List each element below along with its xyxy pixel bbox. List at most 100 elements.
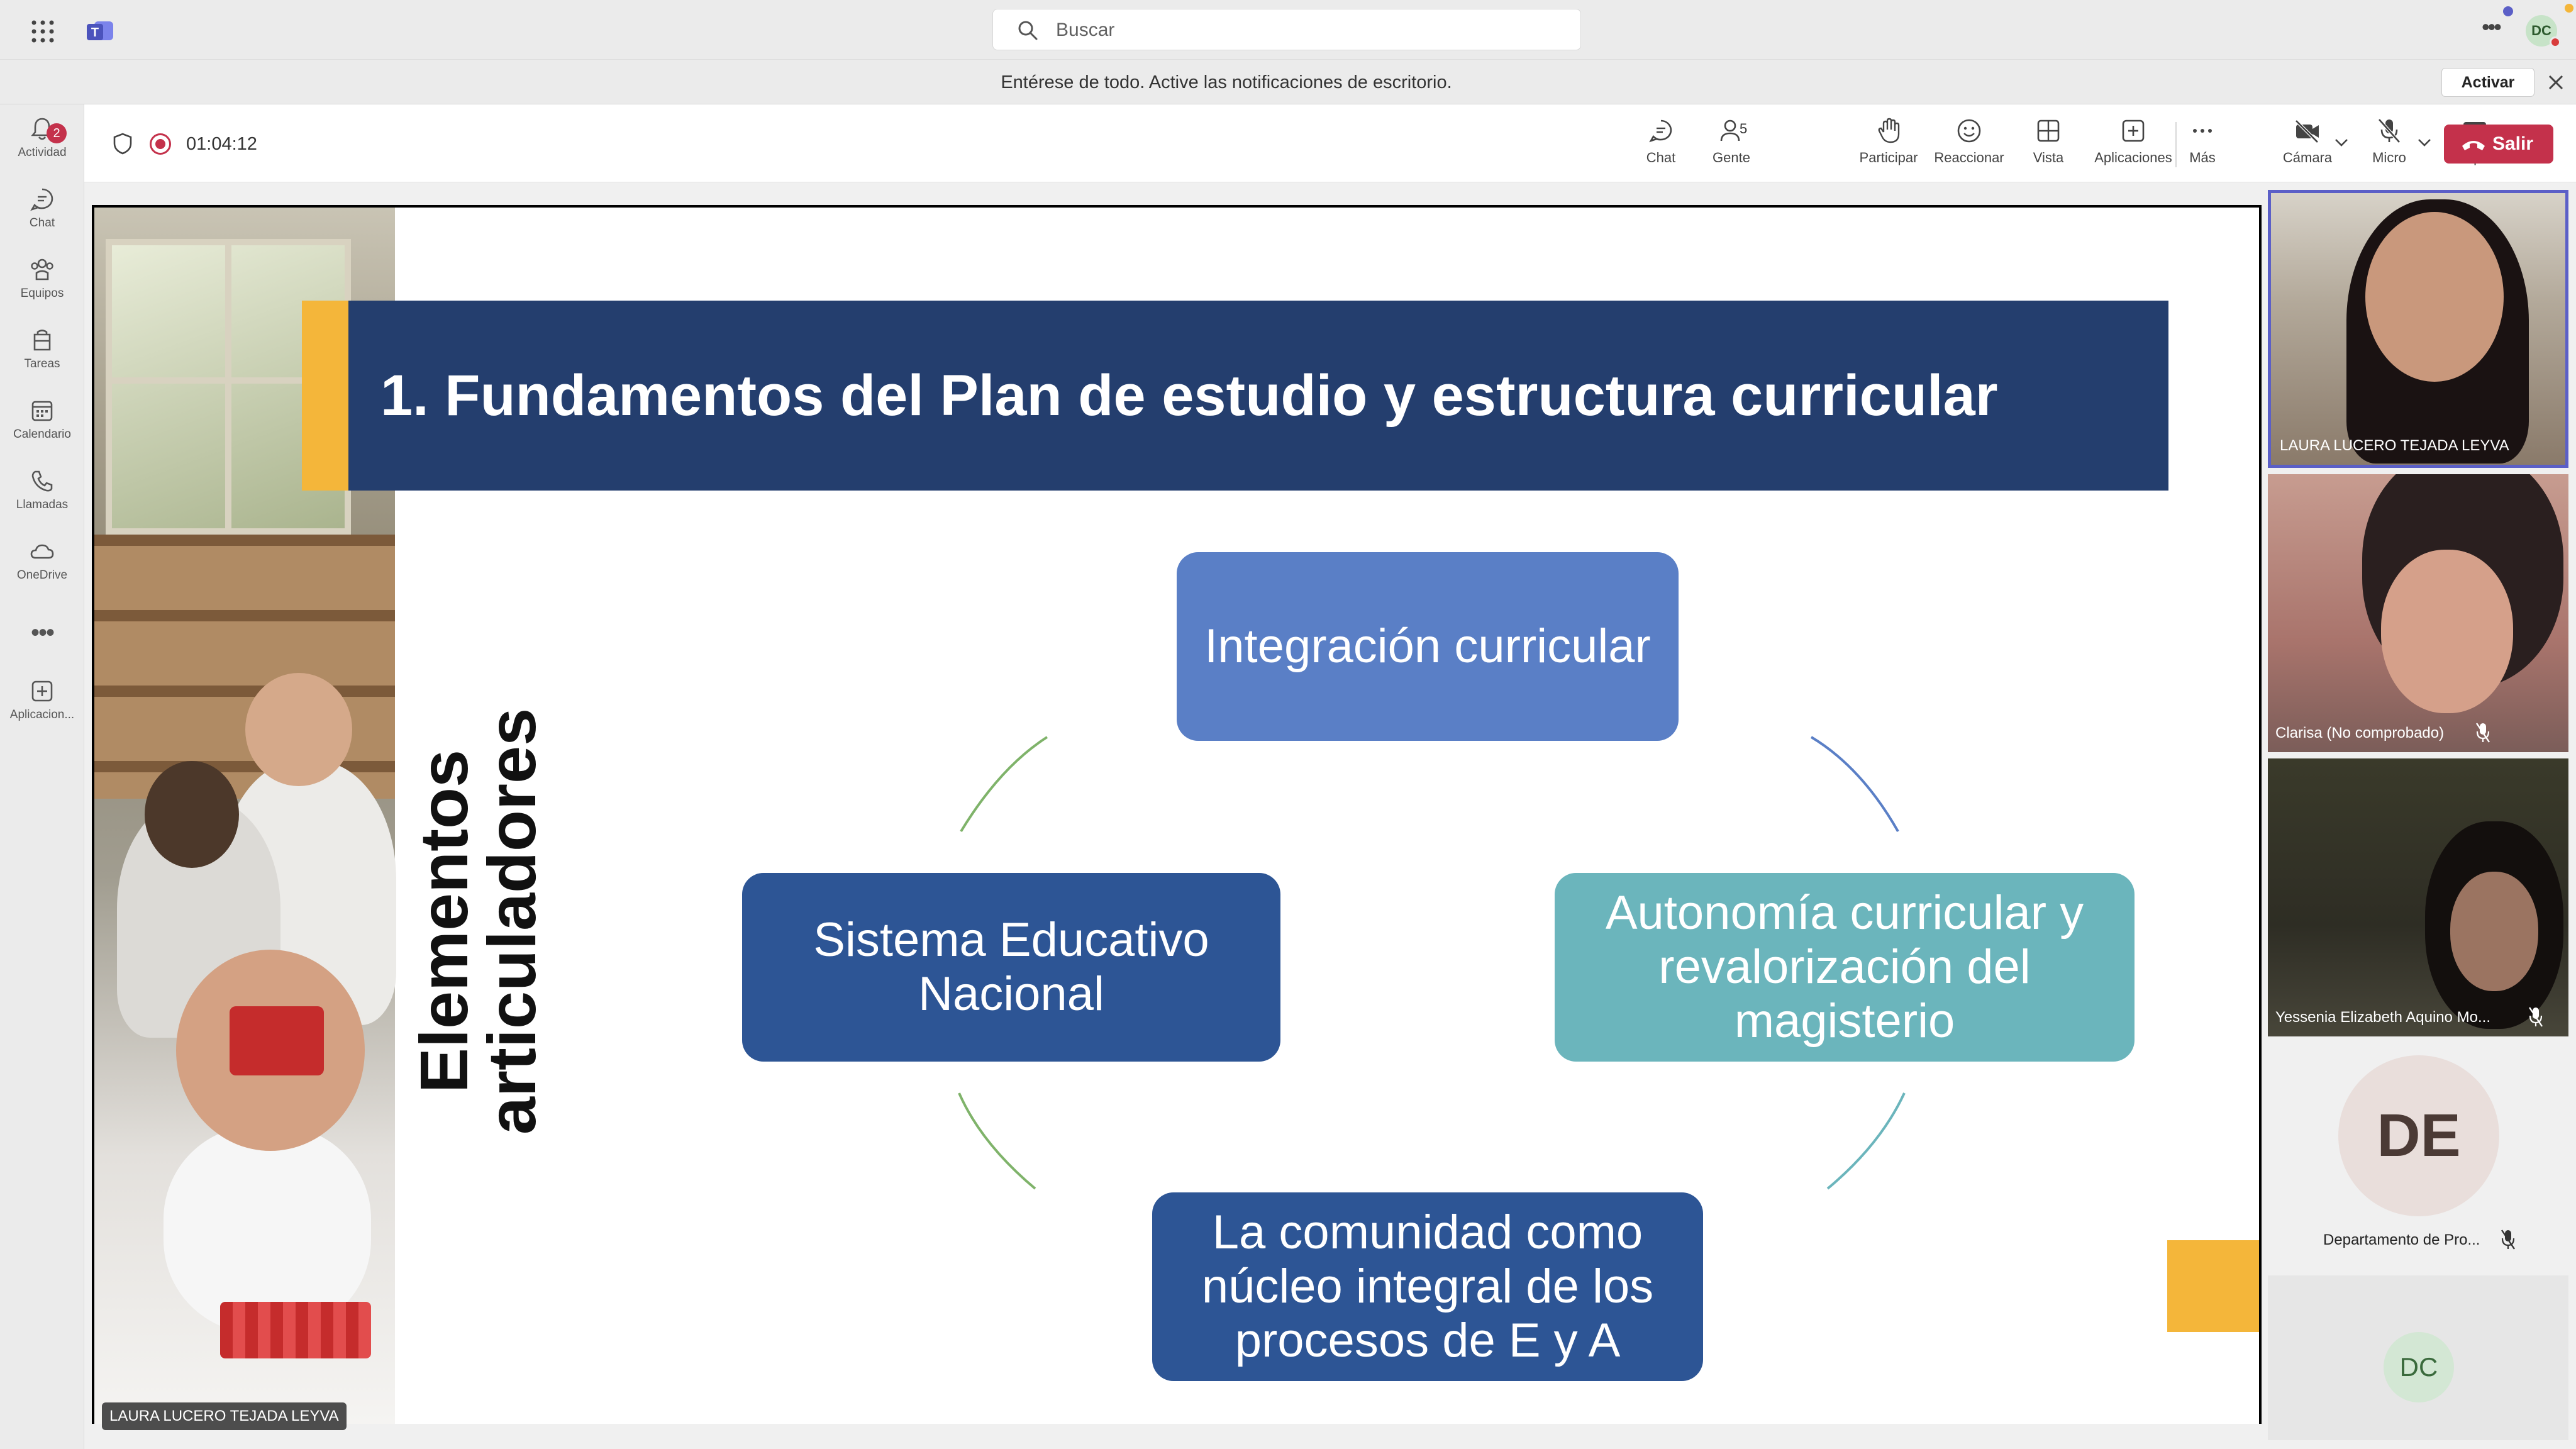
phone-icon <box>31 470 53 492</box>
tasks-icon <box>33 330 51 351</box>
people-button[interactable]: 5 Gente <box>1690 117 1772 166</box>
rail-label: OneDrive <box>16 569 68 582</box>
title-bar: T Buscar ••• DC <box>0 0 2576 59</box>
raise-hand-label: Participar <box>1859 150 1918 165</box>
rail-item-onedrive[interactable]: OneDrive <box>0 538 84 582</box>
add-app-icon <box>2122 119 2145 142</box>
diagram-box-top: Integración curricular <box>1177 552 1679 741</box>
leave-button[interactable]: Salir <box>2444 125 2553 164</box>
search-placeholder: Buscar <box>1056 19 1115 40</box>
toolbar-divider <box>2175 122 2177 167</box>
diagram-box-right: Autonomía curricular y revalorización de… <box>1555 873 2135 1062</box>
search-icon <box>1018 21 1038 40</box>
apps-label: Aplicaciones <box>2094 150 2172 165</box>
connector-arc <box>958 1092 1036 1190</box>
hand-icon <box>1878 118 1900 143</box>
react-button[interactable]: Reaccionar <box>1928 117 2010 166</box>
chat-label: Chat <box>1646 150 1676 165</box>
video-feed-face <box>2381 550 2513 713</box>
participant-name: Clarisa (No comprobado) <box>2275 724 2445 741</box>
mic-muted-icon <box>2476 723 2490 743</box>
rail-item-chat[interactable]: Chat <box>0 186 84 230</box>
more-options-icon[interactable]: ••• <box>2482 14 2502 40</box>
diagram-box-left: Sistema Educativo Nacional <box>742 873 1280 1062</box>
chevron-down-icon[interactable] <box>2416 137 2433 148</box>
calendar-icon <box>31 401 53 421</box>
presence-busy-icon <box>2550 36 2561 48</box>
rail-item-calls[interactable]: Llamadas <box>0 468 84 512</box>
presenter-name-tag: LAURA LUCERO TEJADA LEYVA <box>102 1402 347 1430</box>
rail-label: Calendario <box>13 428 71 441</box>
app-launcher-icon[interactable] <box>29 18 57 45</box>
cloud-icon <box>30 544 54 559</box>
people-count: 5 <box>1740 121 1748 136</box>
rail-label: Tareas <box>24 357 60 370</box>
participant-tile[interactable]: LAURA LUCERO TEJADA LEYVA <box>2268 190 2568 468</box>
diagram-box-bottom: La comunidad como núcleo integral de los… <box>1152 1192 1703 1381</box>
rail-item-apps[interactable]: Aplicacion... <box>0 678 84 722</box>
search-input[interactable]: Buscar <box>992 9 1581 50</box>
react-label: Reaccionar <box>1934 150 2004 165</box>
rail-item-tasks[interactable]: Tareas <box>0 327 84 371</box>
grid-view-icon <box>2037 119 2060 142</box>
apps-button[interactable]: Aplicaciones <box>2089 117 2177 166</box>
rail-item-activity[interactable]: Actividad 2 <box>0 116 84 160</box>
teams-icon <box>31 258 53 280</box>
rail-item-calendar[interactable]: Calendario <box>0 397 84 441</box>
self-view-tile[interactable]: DC <box>2268 1275 2568 1440</box>
meeting-timer: 01:04:12 <box>186 134 257 154</box>
smiley-icon <box>1957 119 1981 143</box>
rail-label: Actividad <box>18 146 67 159</box>
chevron-down-icon[interactable] <box>2333 137 2350 148</box>
camera-label: Cámara <box>2282 150 2333 165</box>
activate-notifications-button[interactable]: Activar <box>2441 68 2534 97</box>
shield-icon[interactable] <box>112 132 133 155</box>
rail-label: Aplicacion... <box>9 708 75 721</box>
mic-label: Micro <box>2372 150 2406 165</box>
more-button[interactable]: Más <box>2172 117 2233 166</box>
chat-icon <box>30 188 53 211</box>
mic-muted-icon <box>2501 1230 2515 1250</box>
more-label: Más <box>2189 150 2216 165</box>
rail-item-teams[interactable]: Equipos <box>0 257 84 301</box>
notification-dot-icon <box>2565 4 2573 13</box>
camera-off-icon <box>2295 119 2319 143</box>
more-apps-icon[interactable]: ••• <box>0 619 84 647</box>
participant-name: LAURA LUCERO TEJADA LEYVA <box>2280 437 2509 454</box>
self-avatar: DC <box>2384 1332 2454 1402</box>
participant-avatar: DE <box>2338 1055 2499 1216</box>
close-icon[interactable] <box>2547 74 2565 91</box>
video-feed-face <box>2365 212 2504 382</box>
activity-badge: 2 <box>47 123 67 143</box>
decorative-square <box>2167 1240 2259 1332</box>
participant-name: Departamento de Pro... <box>2323 1231 2480 1248</box>
people-label: Gente <box>1713 150 1750 165</box>
add-app-icon <box>31 680 53 702</box>
raise-hand-button[interactable]: Participar <box>1848 117 1929 166</box>
participant-tile[interactable]: DE Departamento de Pro... <box>2268 1043 2568 1275</box>
rail-label: Chat <box>29 216 55 230</box>
teams-logo-icon: T <box>87 21 113 40</box>
chat-icon <box>1649 119 1672 143</box>
notification-text: Entérese de todo. Active las notificacio… <box>1001 72 1452 92</box>
participant-name: Yessenia Elizabeth Aquino Mo... <box>2275 1009 2491 1026</box>
svg-text:T: T <box>91 26 99 40</box>
notification-banner: Entérese de todo. Active las notificacio… <box>0 59 2576 104</box>
rail-label: Llamadas <box>16 498 69 511</box>
mic-off-icon <box>2378 118 2401 143</box>
connector-arc <box>960 736 1048 833</box>
app-rail: Actividad 2 Chat Equipos Tareas Calendar… <box>0 104 84 1449</box>
status-dot-icon <box>2503 6 2513 16</box>
shared-slide: 1. Fundamentos del Plan de estudio y est… <box>94 208 2259 1424</box>
video-feed-face <box>2450 872 2538 991</box>
leave-label: Salir <box>2492 133 2533 154</box>
chat-button[interactable]: Chat <box>1620 117 1702 166</box>
view-button[interactable]: Vista <box>2007 117 2089 166</box>
participant-tile[interactable]: Clarisa (No comprobado) <box>2268 474 2568 752</box>
mic-muted-icon <box>2529 1007 2543 1027</box>
participant-tile[interactable]: Yessenia Elizabeth Aquino Mo... <box>2268 758 2568 1036</box>
meeting-toolbar: 01:04:12 Chat 5 Gente Participar Reaccio… <box>84 104 2576 182</box>
recording-icon <box>150 133 171 155</box>
rail-label: Equipos <box>20 287 64 300</box>
hang-up-icon <box>2462 141 2485 150</box>
